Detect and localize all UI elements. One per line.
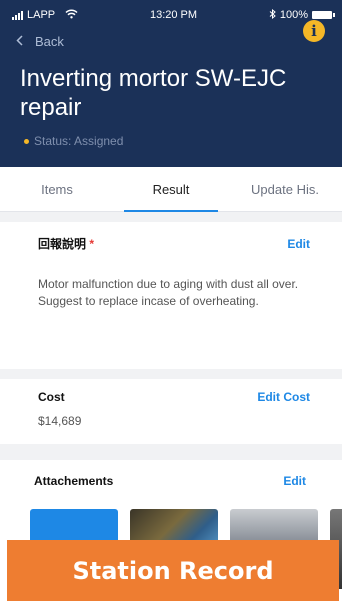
battery-icon: [312, 11, 335, 19]
signal-icon: [12, 10, 23, 20]
status-dot-icon: [24, 138, 29, 144]
attachments-header: Attachements Edit: [34, 474, 306, 488]
status-bar-left: LAPP: [12, 9, 78, 22]
page-title: Inverting mortor SW-EJC repair: [20, 65, 287, 121]
report-card-header: 回報說明 * Edit: [38, 235, 310, 252]
header: LAPP 13:20 PM 100% Back Inverting mortor: [0, 0, 342, 167]
edit-cost-button[interactable]: Edit Cost: [257, 390, 310, 404]
status-text: Status: Assigned: [34, 134, 124, 148]
tab-items[interactable]: Items: [0, 167, 114, 211]
chevron-left-icon: [16, 34, 23, 49]
required-mark: *: [89, 237, 95, 251]
report-title: 回報說明 *: [38, 235, 94, 252]
edit-report-button[interactable]: Edit: [287, 237, 310, 251]
cost-value: $14,689: [38, 414, 82, 428]
clock: 13:20 PM: [149, 9, 198, 21]
battery-percent: 100%: [279, 9, 308, 21]
cost-card-header: Cost Edit Cost: [38, 390, 310, 404]
carrier-label: LAPP: [27, 9, 56, 21]
report-card: 回報說明 * Edit Motor malfunction due to agi…: [0, 222, 342, 369]
cost-title: Cost: [38, 390, 65, 404]
wifi-icon: [65, 9, 78, 22]
bluetooth-icon: [269, 8, 276, 22]
report-description: Motor malfunction due to aging with dust…: [38, 277, 299, 308]
status-bar: LAPP 13:20 PM 100%: [0, 0, 342, 30]
info-icon[interactable]: i: [303, 20, 325, 42]
status-bar-right: 100%: [269, 8, 335, 22]
tab-result[interactable]: Result: [114, 167, 228, 212]
attachments-title: Attachements: [34, 474, 114, 488]
tab-update-history[interactable]: Update His.: [228, 167, 342, 211]
app-screen: LAPP 13:20 PM 100% Back Inverting mortor: [0, 0, 342, 601]
station-record-banner: Station Record: [7, 540, 339, 601]
back-button[interactable]: Back: [0, 30, 342, 52]
report-title-text: 回報說明: [38, 237, 87, 251]
tab-bar: Items Result Update His.: [0, 167, 342, 212]
cost-card: Cost Edit Cost $14,689: [0, 379, 342, 444]
back-label: Back: [35, 33, 64, 49]
status-badge: Status: Assigned: [24, 134, 123, 148]
title-area: Inverting mortor SW-EJC repair: [0, 52, 342, 122]
edit-attachments-button[interactable]: Edit: [283, 474, 306, 488]
